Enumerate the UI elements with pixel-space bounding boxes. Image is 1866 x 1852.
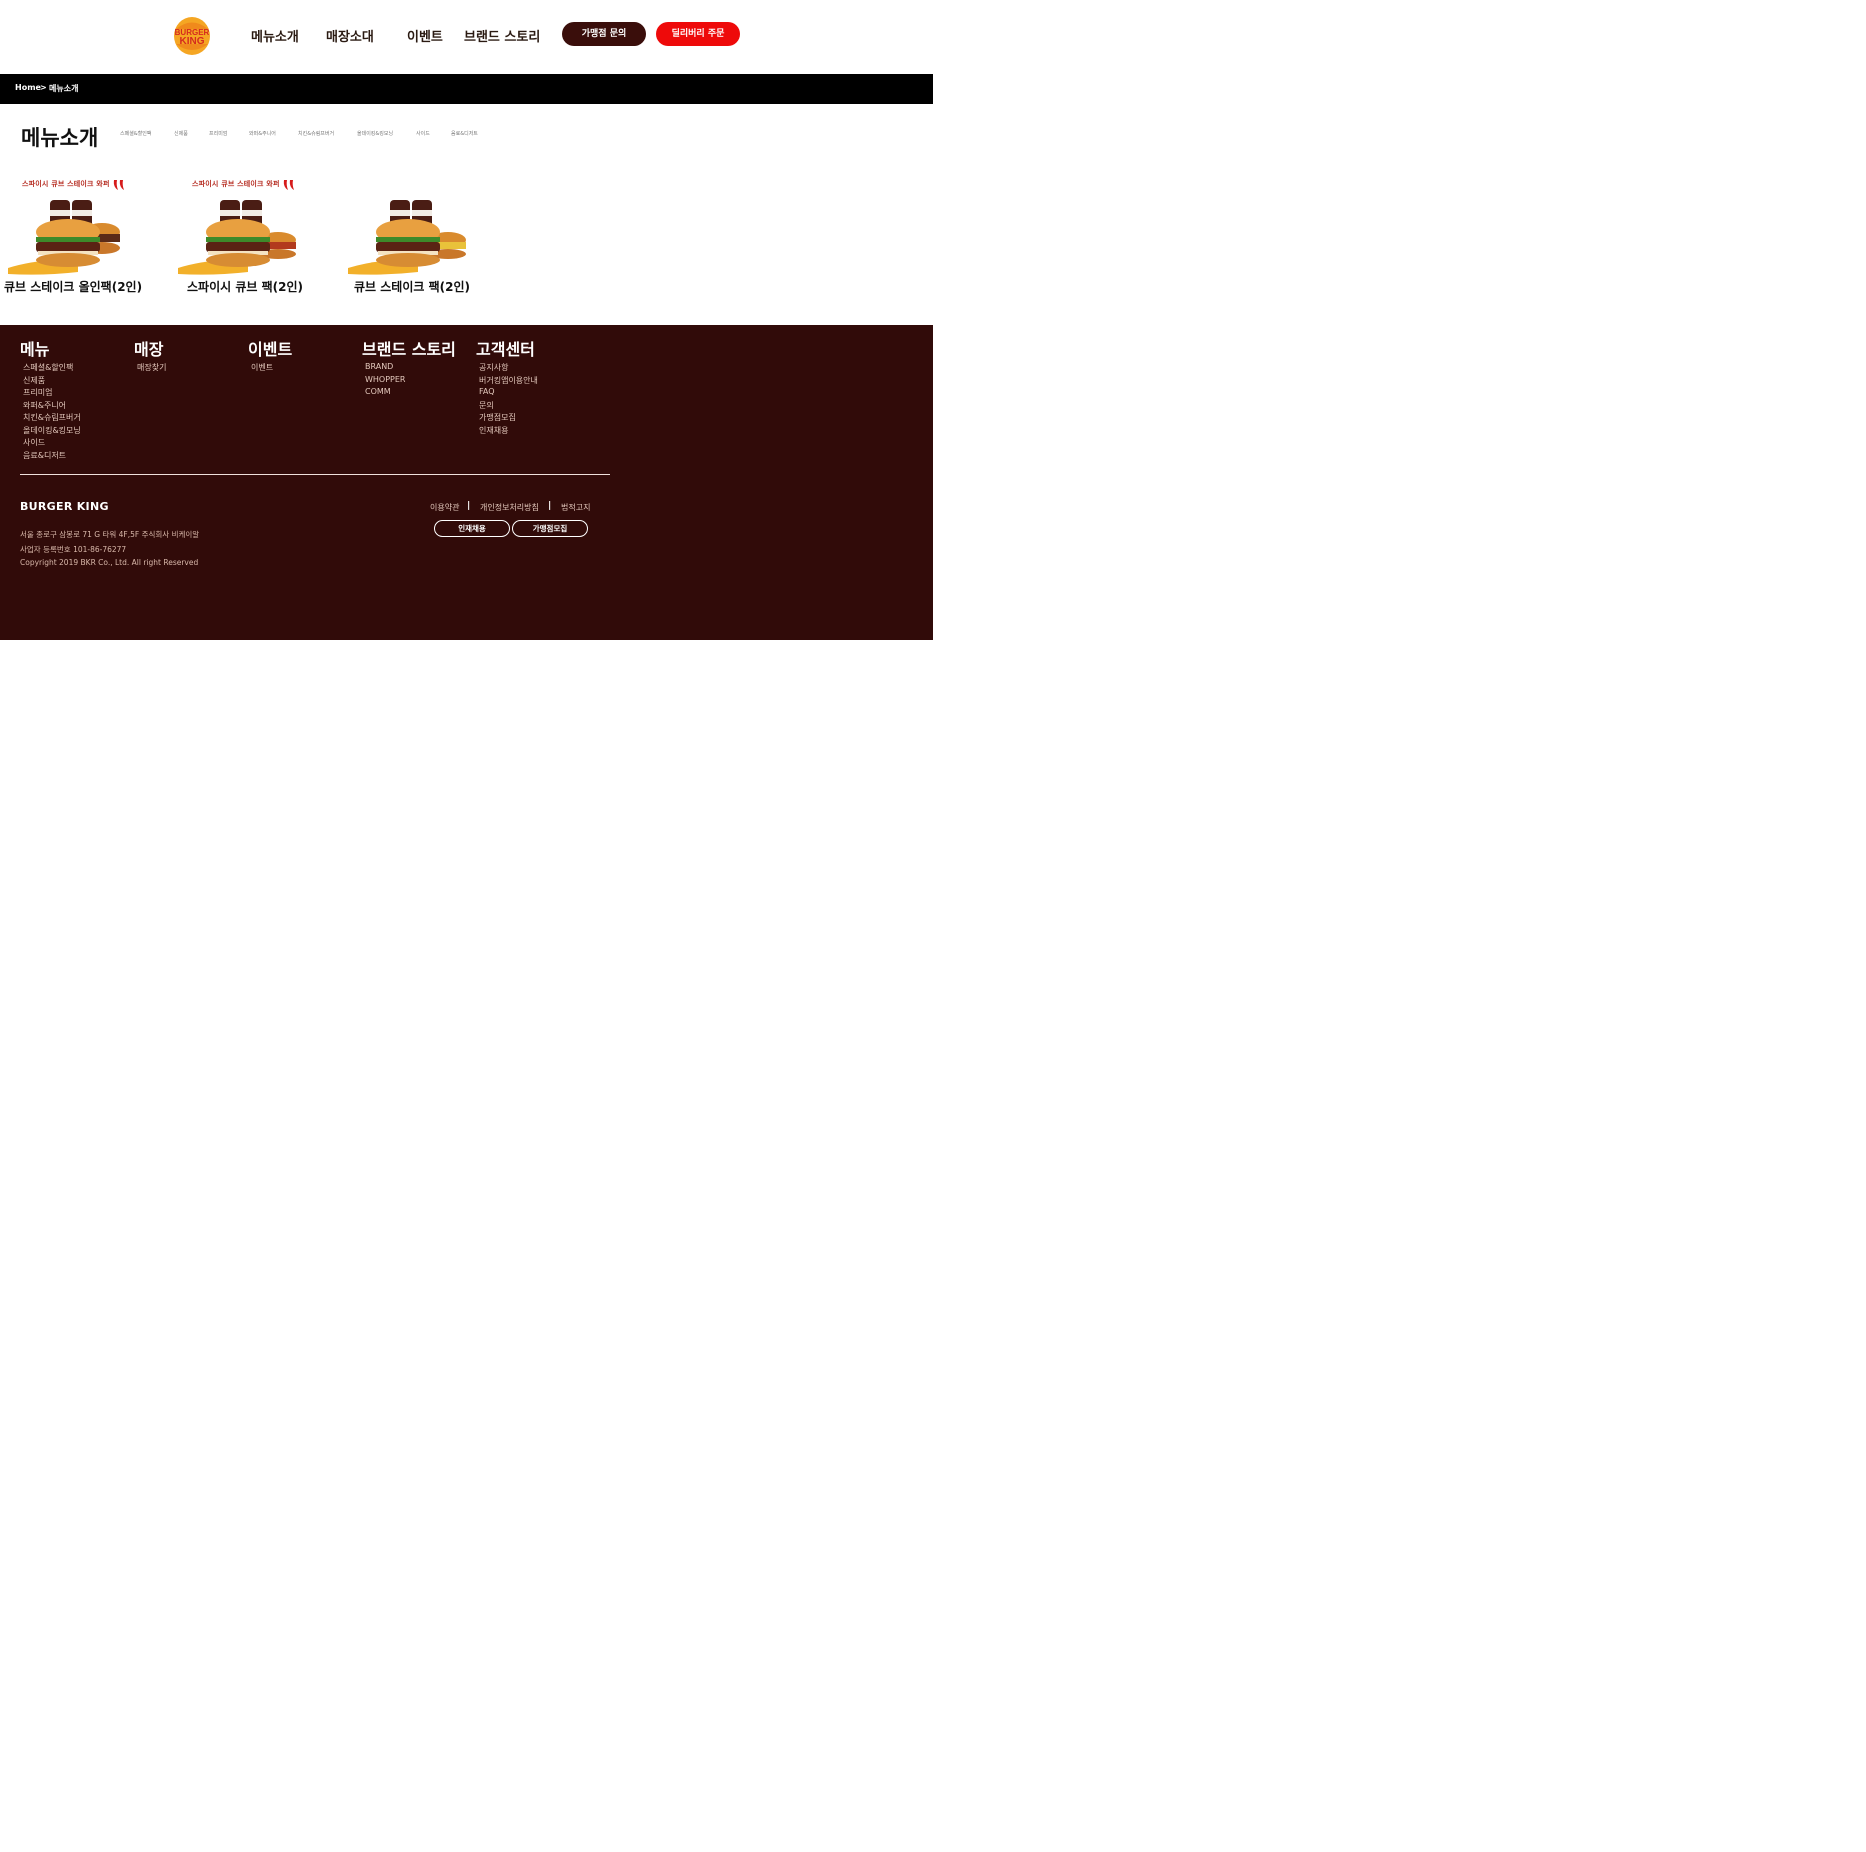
- subtab-allday[interactable]: 올데이킹&킹모닝: [357, 130, 393, 137]
- franchise-inquiry-button[interactable]: 가맹점 문의: [562, 22, 646, 46]
- chili-pepper-icon: [282, 176, 296, 190]
- footer-link[interactable]: 프리미엄: [23, 387, 52, 398]
- footer-link[interactable]: WHOPPER: [365, 375, 405, 384]
- nav-stores[interactable]: 매장소대: [326, 26, 374, 45]
- subtab-side[interactable]: 사이드: [416, 130, 430, 137]
- site-header: BURGER KING 메뉴소개 매장소대 이벤트 브랜드 스토리 가맹점 문의…: [0, 0, 933, 74]
- product-card[interactable]: 스파이시 큐브 스테이크 와퍼 큐브 스테이크 올인팩(2인): [0, 172, 150, 298]
- site-footer: 메뉴 스페셜&할인팩 신제품 프리미엄 와퍼&주니어 치킨&슈림프버거 올데이킹…: [0, 325, 933, 640]
- footer-legal-link[interactable]: 법적고지: [561, 502, 590, 513]
- footer-heading-stores[interactable]: 매장: [134, 336, 163, 360]
- footer-business-number: 사업자 등록번호 101-86-76277: [20, 545, 127, 554]
- footer-link[interactable]: 음료&디저트: [23, 450, 66, 461]
- footer-privacy-link[interactable]: 개인정보처리방침: [480, 502, 539, 513]
- nav-brand-story[interactable]: 브랜드 스토리: [464, 26, 540, 45]
- product-name[interactable]: 큐브 스테이크 팩(2인): [354, 278, 470, 295]
- footer-heading-customer-center[interactable]: 고객센터: [476, 336, 535, 360]
- footer-heading-events[interactable]: 이벤트: [248, 336, 292, 360]
- product-name[interactable]: 스파이시 큐브 팩(2인): [187, 278, 303, 295]
- footer-link[interactable]: 와퍼&주니어: [23, 400, 66, 411]
- product-image: 스파이시 큐브 스테이크 와퍼: [8, 176, 150, 276]
- chili-pepper-icon: [112, 176, 126, 190]
- subtab-premium[interactable]: 프리미엄: [209, 130, 227, 137]
- footer-heading-brand-story[interactable]: 브랜드 스토리: [362, 336, 456, 360]
- breadcrumb-current: 메뉴소개: [49, 84, 79, 93]
- subtab-special[interactable]: 스페셜&할인팩: [120, 130, 152, 137]
- footer-link[interactable]: 스페셜&할인팩: [23, 362, 73, 373]
- subtab-chicken-shrimp[interactable]: 치킨&슈림프버거: [298, 130, 334, 137]
- footer-separator: |: [548, 501, 552, 511]
- footer-link[interactable]: 이벤트: [251, 362, 273, 373]
- breadcrumb-home[interactable]: Home: [15, 83, 41, 92]
- footer-copyright: Copyright 2019 BKR Co., Ltd. All right R…: [20, 558, 199, 567]
- footer-divider: [20, 474, 610, 475]
- product-name[interactable]: 큐브 스테이크 올인팩(2인): [4, 278, 142, 295]
- footer-link[interactable]: 인재채용: [479, 425, 508, 436]
- breadcrumb: Home > 메뉴소개: [0, 74, 933, 104]
- footer-link[interactable]: 버거킹앱이용안내: [479, 375, 538, 386]
- product-card[interactable]: 큐브 스테이크 팩(2인): [340, 172, 490, 298]
- footer-heading-menu[interactable]: 메뉴: [20, 336, 49, 360]
- page-title: 메뉴소개: [21, 126, 99, 150]
- footer-link[interactable]: 치킨&슈림프버거: [23, 412, 81, 423]
- footer-link[interactable]: 문의: [479, 400, 494, 411]
- footer-link[interactable]: FAQ: [479, 387, 495, 396]
- footer-link[interactable]: COMM: [365, 387, 391, 396]
- nav-menu[interactable]: 메뉴소개: [251, 26, 299, 45]
- nav-events[interactable]: 이벤트: [407, 26, 443, 45]
- footer-separator: |: [467, 501, 471, 511]
- subtab-drinks[interactable]: 음료&디저트: [451, 130, 478, 137]
- subtab-whopper[interactable]: 와퍼&주니어: [249, 130, 276, 137]
- product-banner: 스파이시 큐브 스테이크 와퍼: [22, 180, 110, 188]
- product-image: 스파이시 큐브 스테이크 와퍼: [178, 176, 320, 276]
- breadcrumb-separator: >: [40, 83, 47, 92]
- svg-text:KING: KING: [180, 36, 205, 47]
- footer-terms-link[interactable]: 이용약관: [430, 502, 459, 513]
- burger-king-logo[interactable]: BURGER KING: [172, 16, 212, 56]
- footer-link[interactable]: 공지사항: [479, 362, 508, 373]
- footer-brand-logo: BURGER KING: [20, 500, 109, 513]
- footer-franchise-button[interactable]: 가맹점모집: [512, 520, 588, 537]
- product-card[interactable]: 스파이시 큐브 스테이크 와퍼 스파이시 큐브 팩(2인): [170, 172, 320, 298]
- footer-link[interactable]: 올데이킹&킹모닝: [23, 425, 81, 436]
- product-image: [348, 176, 490, 276]
- footer-careers-button[interactable]: 인재채용: [434, 520, 510, 537]
- footer-link[interactable]: 사이드: [23, 437, 45, 448]
- delivery-order-button[interactable]: 딜리버리 주문: [656, 22, 740, 46]
- footer-link[interactable]: 가맹점모집: [479, 412, 516, 423]
- footer-link[interactable]: 매장찾기: [137, 362, 166, 373]
- subtab-new[interactable]: 신제품: [174, 130, 188, 137]
- footer-link[interactable]: 신제품: [23, 375, 45, 386]
- product-banner: 스파이시 큐브 스테이크 와퍼: [192, 180, 280, 188]
- footer-address: 서울 종로구 삼봉로 71 G 타워 4F,5F 주식회사 비케이알: [20, 530, 200, 539]
- footer-link[interactable]: BRAND: [365, 362, 393, 371]
